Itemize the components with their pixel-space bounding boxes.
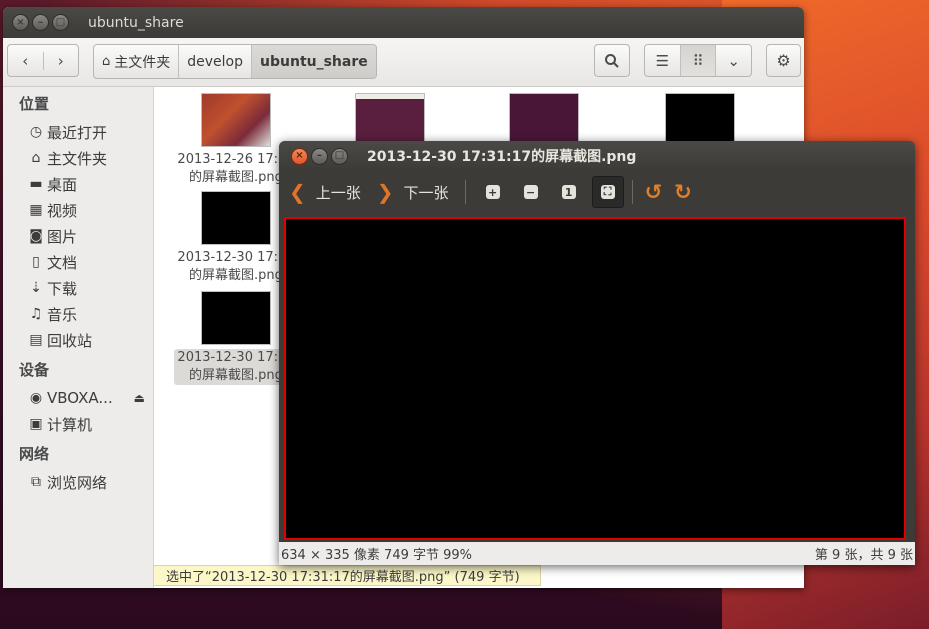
image-viewer-title: 2013-12-30 17:31:17的屏幕截图.png [367, 149, 637, 165]
file-thumbnail [509, 93, 579, 147]
zoom-in-button[interactable]: + [478, 177, 508, 207]
sidebar-item-vbox[interactable]: ◉ VBOXA... ⏏ [3, 385, 153, 411]
list-view-button[interactable]: ☰ [645, 45, 680, 76]
rotate-right-icon[interactable]: ↻ [674, 180, 692, 204]
image-position: 第 9 张，共 9 张 [814, 548, 913, 563]
sidebar-item-downloads[interactable]: ⇣ 下载 [3, 275, 153, 301]
file-thumbnail [201, 93, 271, 147]
trash-icon: ▤ [29, 332, 43, 348]
drive-icon: ▣ [29, 416, 43, 432]
sidebar-item-recent[interactable]: ◷ 最近打开 [3, 119, 153, 145]
eject-icon[interactable]: ⏏ [134, 391, 145, 405]
image-viewer-toolbar: ❮ 上一张 ❯ 下一张 + − 1 ⛶ ↺ ↻ [279, 171, 915, 213]
view-switcher: ☰ ⠿ ⌄ [644, 44, 752, 77]
history-nav: ‹ › [7, 44, 79, 77]
sidebar-heading-devices: 设备 [19, 361, 50, 379]
best-fit-button[interactable]: ⛶ [591, 176, 624, 208]
image-viewer-window: × – □ 2013-12-30 17:31:17的屏幕截图.png ❮ 上一张… [279, 141, 915, 565]
close-icon[interactable]: × [12, 14, 29, 31]
sidebar-item-documents[interactable]: ▯ 文档 [3, 249, 153, 275]
search-button[interactable] [594, 44, 630, 77]
download-icon: ⇣ [30, 280, 42, 296]
back-button[interactable]: ‹ [8, 52, 43, 70]
home-icon: ⌂ [102, 54, 111, 69]
chevron-left-icon: ❮ [289, 180, 306, 204]
zoom-out-icon: − [523, 185, 538, 199]
film-icon: ▦ [29, 202, 43, 218]
sidebar-item-music[interactable]: ♫ 音乐 [3, 301, 153, 327]
disc-icon: ◉ [29, 390, 43, 406]
sidebar-item-desktop[interactable]: ▬ 桌面 [3, 171, 153, 197]
next-button[interactable]: ❯ 下一张 [377, 180, 449, 204]
breadcrumb-home[interactable]: ⌂ 主文件夹 [94, 45, 180, 78]
toolbar-separator [464, 180, 466, 204]
home-icon: ⌂ [31, 150, 41, 166]
sidebar-item-browse-network[interactable]: ⧉ 浏览网络 [3, 469, 153, 495]
displayed-image [284, 217, 906, 540]
forward-button[interactable]: › [42, 51, 79, 70]
file-item[interactable] [482, 93, 606, 147]
sidebar: 位置 ◷ 最近打开 ⌂ 主文件夹 ▬ 桌面 ▦ 视频 ◙ 图片 ▯ 文档 ⇣ 下载 ♫ 音乐 ▤… [3, 87, 154, 588]
rotate-left-icon[interactable]: ↺ [645, 180, 663, 204]
best-fit-icon: ⛶ [600, 185, 615, 199]
minimize-icon[interactable]: – [311, 147, 328, 165]
clock-icon: ◷ [29, 124, 43, 140]
sidebar-item-computer[interactable]: ▣ 计算机 [3, 411, 153, 437]
file-manager-toolbar: ‹ › ⌂ 主文件夹 develop ubuntu_share ☰ ⠿ ⌄ ⚙ [3, 38, 804, 87]
previous-button[interactable]: ❮ 上一张 [289, 180, 361, 204]
breadcrumb-ubuntu-share[interactable]: ubuntu_share [252, 45, 376, 78]
sidebar-item-home[interactable]: ⌂ 主文件夹 [3, 145, 153, 171]
maximize-icon[interactable]: □ [331, 147, 348, 165]
sidebar-heading-places: 位置 [19, 95, 50, 113]
image-canvas [279, 213, 915, 542]
document-icon: ▯ [32, 254, 40, 270]
toolbar-separator [631, 180, 633, 204]
minimize-icon[interactable]: – [32, 14, 49, 31]
normal-size-button[interactable]: 1 [554, 177, 584, 207]
search-icon [605, 53, 619, 68]
zoom-in-icon: + [485, 185, 500, 199]
sidebar-item-pictures[interactable]: ◙ 图片 [3, 223, 153, 249]
sidebar-item-trash[interactable]: ▤ 回收站 [3, 327, 153, 353]
folder-icon: ▬ [29, 176, 43, 192]
file-thumbnail [665, 93, 735, 147]
gear-icon: ⚙ [776, 51, 791, 70]
maximize-icon[interactable]: □ [52, 14, 69, 31]
file-item[interactable] [638, 93, 762, 147]
window-title: ubuntu_share [88, 14, 184, 31]
settings-button[interactable]: ⚙ [766, 44, 801, 77]
camera-icon: ◙ [29, 228, 43, 244]
file-thumbnail [201, 191, 271, 245]
sidebar-heading-network: 网络 [19, 445, 50, 463]
network-icon: ⧉ [31, 474, 41, 490]
file-thumbnail [355, 93, 425, 147]
image-viewer-statusbar: 634 × 335 像素 749 字节 99% 第 9 张，共 9 张 [279, 542, 915, 565]
zoom-out-button[interactable]: − [516, 177, 546, 207]
grid-view-button[interactable]: ⠿ [679, 45, 716, 76]
normal-size-icon: 1 [561, 185, 576, 199]
file-manager-titlebar: × – □ ubuntu_share [3, 7, 804, 38]
close-icon[interactable]: × [291, 147, 308, 165]
sidebar-item-videos[interactable]: ▦ 视频 [3, 197, 153, 223]
music-icon: ♫ [29, 306, 43, 322]
breadcrumb: ⌂ 主文件夹 develop ubuntu_share [93, 44, 377, 79]
image-info: 634 × 335 像素 749 字节 99% [281, 548, 473, 563]
image-viewer-titlebar: × – □ 2013-12-30 17:31:17的屏幕截图.png [279, 141, 915, 171]
view-options-button[interactable]: ⌄ [715, 45, 751, 76]
chevron-right-icon: ❯ [376, 180, 394, 204]
file-thumbnail [201, 291, 271, 345]
breadcrumb-develop[interactable]: develop [179, 45, 253, 78]
file-item[interactable] [328, 93, 452, 147]
selection-status-bar: 选中了“2013-12-30 17:31:17的屏幕截图.png” (749 字… [153, 565, 541, 586]
